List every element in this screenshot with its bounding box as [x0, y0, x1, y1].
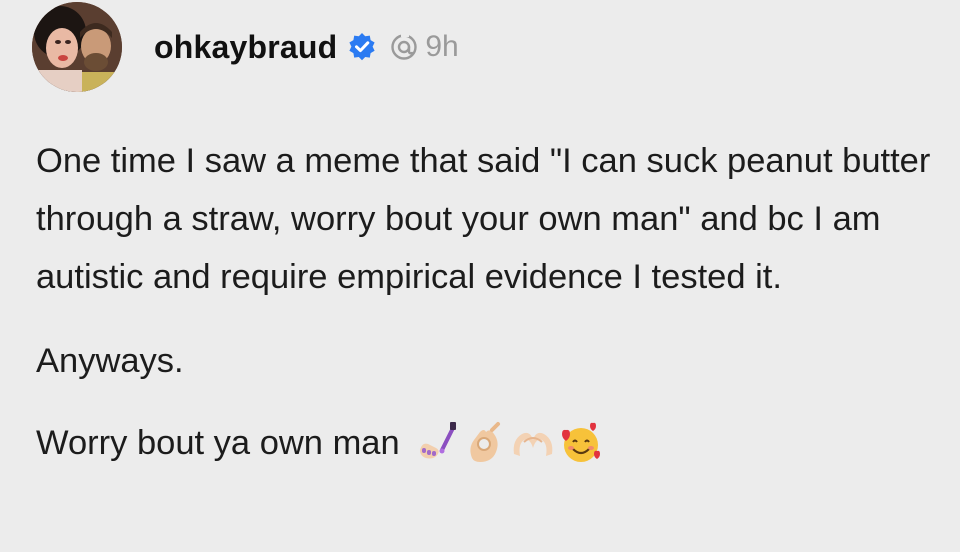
post-paragraph-3-text: Worry bout ya own man [36, 424, 400, 462]
avatar[interactable] [32, 2, 122, 92]
username[interactable]: ohkaybraud [154, 29, 337, 66]
post-paragraph-2: Anyways. [36, 342, 184, 380]
emoji-row [414, 420, 604, 466]
post-card: ohkaybraud 9h One time I saw a meme that… [0, 0, 960, 552]
post-header: ohkaybraud 9h [32, 2, 459, 92]
post-paragraph-3: Worry bout ya own man [36, 414, 936, 472]
smiling-face-with-hearts-icon [558, 420, 604, 466]
timestamp: 9h [425, 30, 459, 63]
verified-badge-icon [347, 32, 377, 62]
threads-logo-icon [389, 32, 419, 62]
post-body: One time I saw a meme that said "I can s… [36, 132, 936, 472]
nail-polish-icon [414, 420, 460, 466]
ok-hand-icon [462, 420, 508, 466]
post-paragraph-1: One time I saw a meme that said "I can s… [36, 142, 931, 296]
heart-hands-icon [510, 420, 556, 466]
